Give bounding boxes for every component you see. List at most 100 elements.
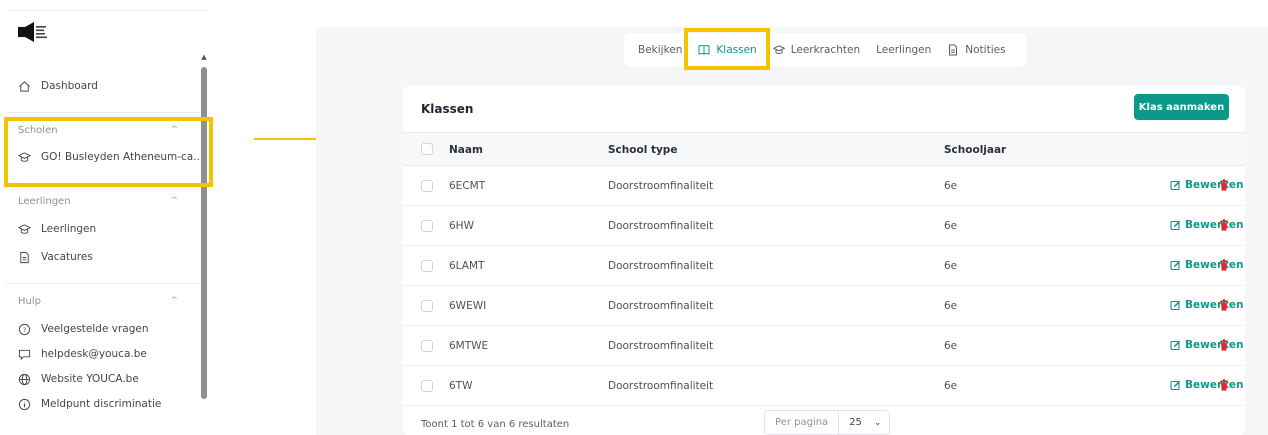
sidebar-item-leerlingen[interactable]: Leerlingen <box>18 220 96 238</box>
edit-label: Bewerken <box>1185 219 1244 231</box>
edit-label: Bewerken <box>1185 259 1244 271</box>
edit-button[interactable]: Bewerken <box>1170 379 1243 391</box>
sidebar-item-helpdesk[interactable]: helpdesk@youca.be <box>18 345 147 363</box>
sidebar-item-label: Vacatures <box>41 251 93 263</box>
cell-naam: 6LAMT <box>449 260 485 272</box>
cell-schooljaar: 6e <box>944 340 958 352</box>
section-title: Leerlingen <box>18 195 71 207</box>
row-checkbox[interactable] <box>421 300 433 312</box>
graduation-cap-icon <box>772 44 785 56</box>
sidebar-item-label: Veelgestelde vragen <box>41 323 149 335</box>
sidebar-item-label: Website YOUCA.be <box>41 373 139 385</box>
graduation-cap-icon <box>18 223 31 236</box>
edit-label: Bewerken <box>1185 339 1244 351</box>
sidebar: Dashboard Scholen ^ GO! Busleyden Athene… <box>0 0 210 435</box>
sidebar-divider <box>6 112 202 113</box>
chevron-up-icon: ^ <box>170 196 178 206</box>
edit-button[interactable]: Bewerken <box>1170 299 1243 311</box>
tab-notities[interactable]: Notities <box>947 44 1006 56</box>
tab-leerkrachten[interactable]: Leerkrachten <box>772 44 861 56</box>
column-header-school-type[interactable]: School type <box>608 144 677 156</box>
column-header-schooljaar[interactable]: Schooljaar <box>944 144 1006 156</box>
tab-bekijken[interactable]: Bekijken <box>638 44 682 56</box>
sidebar-section-leerlingen[interactable]: Leerlingen ^ <box>18 193 178 209</box>
select-all-checkbox[interactable] <box>421 143 433 155</box>
tab-label: Notities <box>965 44 1006 56</box>
cell-naam: 6ECMT <box>449 180 486 192</box>
document-icon <box>947 44 959 56</box>
sidebar-item-website[interactable]: Website YOUCA.be <box>18 370 139 388</box>
table-row: 6MTWE Doorstroomfinaliteit 6e Bewerken <box>403 326 1245 366</box>
klassen-card: Klassen Klas aanmaken Naam School type S… <box>403 86 1245 435</box>
scroll-up-arrow-icon[interactable]: ▲ <box>200 53 208 61</box>
cell-school-type: Doorstroomfinaliteit <box>608 180 714 192</box>
cell-naam: 6WEWI <box>449 300 487 312</box>
sidebar-item-label: helpdesk@youca.be <box>41 348 147 360</box>
sidebar-divider <box>6 283 202 284</box>
edit-icon <box>1170 300 1181 311</box>
card-title: Klassen <box>421 102 474 116</box>
row-checkbox[interactable] <box>421 380 433 392</box>
sidebar-item-label: Dashboard <box>41 80 98 92</box>
table-header: Naam School type Schooljaar <box>403 132 1245 166</box>
chevron-down-icon: ⌄ <box>873 417 882 428</box>
table-row: 6LAMT Doorstroomfinaliteit 6e Bewerken <box>403 246 1245 286</box>
cell-schooljaar: 6e <box>944 380 958 392</box>
card-header: Klassen Klas aanmaken <box>403 86 1245 132</box>
sidebar-item-faq[interactable]: ? Veelgestelde vragen <box>18 320 149 338</box>
sidebar-item-label: Meldpunt discriminatie <box>41 398 162 410</box>
table-row: 6ECMT Doorstroomfinaliteit 6e Bewerken <box>403 166 1245 206</box>
home-icon <box>18 80 31 93</box>
row-checkbox[interactable] <box>421 340 433 352</box>
sidebar-item-dashboard[interactable]: Dashboard <box>18 77 98 95</box>
highlight-box-school <box>4 117 213 187</box>
delete-trash-icon[interactable] <box>1219 299 1229 311</box>
table-row: 6HW Doorstroomfinaliteit 6e Bewerken <box>403 206 1245 246</box>
cell-naam: 6TW <box>449 380 473 392</box>
tab-label: Leerlingen <box>876 44 932 56</box>
cell-schooljaar: 6e <box>944 260 958 272</box>
tab-label: Bekijken <box>638 44 683 56</box>
cell-schooljaar: 6e <box>944 180 958 192</box>
edit-button[interactable]: Bewerken <box>1170 179 1243 191</box>
edit-label: Bewerken <box>1185 379 1244 391</box>
sidebar-scrollbar[interactable]: ▲ <box>200 53 208 435</box>
cell-school-type: Doorstroomfinaliteit <box>608 380 714 392</box>
edit-button[interactable]: Bewerken <box>1170 259 1243 271</box>
tab-label: Leerkrachten <box>790 44 861 56</box>
delete-trash-icon[interactable] <box>1219 379 1229 391</box>
cell-school-type: Doorstroomfinaliteit <box>608 260 714 272</box>
cell-school-type: Doorstroomfinaliteit <box>608 300 714 312</box>
per-page-label: Per pagina <box>765 411 840 434</box>
per-page-select[interactable]: Per pagina 25 ⌄ <box>764 410 890 435</box>
cell-schooljaar: 6e <box>944 220 958 232</box>
sidebar-item-label: Leerlingen <box>41 223 97 235</box>
cell-school-type: Doorstroomfinaliteit <box>608 220 714 232</box>
document-icon <box>18 251 31 264</box>
column-header-naam[interactable]: Naam <box>449 144 483 156</box>
create-class-button[interactable]: Klas aanmaken <box>1134 94 1229 120</box>
sidebar-section-hulp[interactable]: Hulp ^ <box>18 293 178 309</box>
per-page-value: 25 <box>849 417 862 428</box>
sidebar-item-vacatures[interactable]: Vacatures <box>18 248 93 266</box>
edit-label: Bewerken <box>1185 299 1244 311</box>
edit-button[interactable]: Bewerken <box>1170 219 1243 231</box>
row-checkbox[interactable] <box>421 180 433 192</box>
edit-icon <box>1170 380 1181 391</box>
sidebar-item-meldpunt[interactable]: Meldpunt discriminatie <box>18 395 161 413</box>
cell-naam: 6MTWE <box>449 340 489 352</box>
row-checkbox[interactable] <box>421 260 433 272</box>
edit-icon <box>1170 340 1181 351</box>
delete-trash-icon[interactable] <box>1219 179 1229 191</box>
tab-leerlingen[interactable]: Leerlingen <box>876 44 931 56</box>
table-row: 6WEWI Doorstroomfinaliteit 6e Bewerken <box>403 286 1245 326</box>
highlight-box-klassen-tab <box>684 28 770 70</box>
edit-label: Bewerken <box>1185 179 1244 191</box>
delete-trash-icon[interactable] <box>1219 259 1229 271</box>
edit-icon <box>1170 260 1181 271</box>
row-checkbox[interactable] <box>421 220 433 232</box>
question-circle-icon: ? <box>18 323 31 336</box>
delete-trash-icon[interactable] <box>1219 339 1229 351</box>
delete-trash-icon[interactable] <box>1219 219 1229 231</box>
edit-button[interactable]: Bewerken <box>1170 339 1243 351</box>
